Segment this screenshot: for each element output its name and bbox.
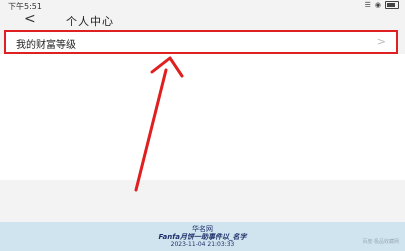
wealth-level-row[interactable]: 我的财富等级 > [4,30,398,54]
wifi-icon: ◉ [374,1,381,9]
chevron-right-icon: > [376,35,386,48]
footer-stamp: 华名网 Fanfa月饼一助事件以_名字 2023-11-04 21:03:33 … [0,222,405,251]
watermark: 百度·极品收藏网 [362,239,399,245]
back-button[interactable]: < [24,11,36,27]
content-area [0,54,405,180]
nav-bar: < 个人中心 [0,10,405,30]
footer-caption: Fanfa月饼一助事件以_名字 [158,233,247,241]
footer-timestamp: 2023-11-04 21:03:33 [170,241,235,248]
footer-site-name: 华名网 [192,225,213,233]
page-title: 个人中心 [66,15,114,28]
signal-icon: ☰ [364,1,371,9]
status-icons: ☰ ◉ [365,0,399,10]
battery-icon [385,1,399,9]
wealth-level-label: 我的财富等级 [16,40,76,51]
